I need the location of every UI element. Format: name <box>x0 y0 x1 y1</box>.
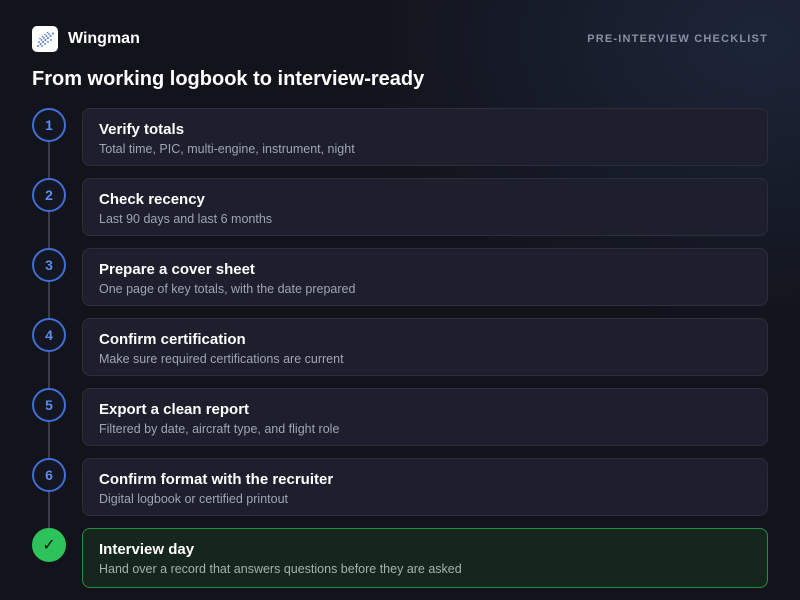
step-card[interactable]: Prepare a cover sheet One page of key to… <box>82 248 768 306</box>
step-card[interactable]: Confirm certification Make sure required… <box>82 318 768 376</box>
page-title: From working logbook to interview-ready <box>32 68 425 90</box>
step-card[interactable]: Confirm format with the recruiter Digita… <box>82 458 768 516</box>
step-subtitle: One page of key totals, with the date pr… <box>99 282 356 296</box>
step-subtitle: Filtered by date, aircraft type, and fli… <box>99 422 340 436</box>
step-title: Confirm certification <box>99 331 246 348</box>
step-card[interactable]: Verify totals Total time, PIC, multi-eng… <box>82 108 768 166</box>
wing-logo-icon <box>32 26 58 52</box>
checklist-step: 3 Prepare a cover sheet One page of key … <box>32 248 768 306</box>
checklist-step: 5 Export a clean report Filtered by date… <box>32 388 768 446</box>
brand: Wingman <box>32 26 140 52</box>
step-card[interactable]: Export a clean report Filtered by date, … <box>82 388 768 446</box>
step-subtitle: Make sure required certifications are cu… <box>99 352 344 366</box>
step-number-badge: 2 <box>32 178 66 212</box>
step-subtitle: Total time, PIC, multi-engine, instrumen… <box>99 142 355 156</box>
step-subtitle: Digital logbook or certified printout <box>99 492 288 506</box>
checklist-step: 1 Verify totals Total time, PIC, multi-e… <box>32 108 768 166</box>
step-title: Verify totals <box>99 121 185 138</box>
step-number-badge: 1 <box>32 108 66 142</box>
section-eyebrow: PRE-INTERVIEW CHECKLIST <box>587 33 768 45</box>
app-header: Wingman PRE-INTERVIEW CHECKLIST <box>32 26 768 52</box>
step-number-badge: 5 <box>32 388 66 422</box>
app-name: Wingman <box>68 30 140 47</box>
checklist-step: 6 Confirm format with the recruiter Digi… <box>32 458 768 516</box>
step-card[interactable]: Check recency Last 90 days and last 6 mo… <box>82 178 768 236</box>
step-subtitle: Hand over a record that answers question… <box>99 562 462 576</box>
step-title: Check recency <box>99 191 205 208</box>
step-number-badge: 6 <box>32 458 66 492</box>
step-title: Interview day <box>99 541 195 558</box>
step-title: Prepare a cover sheet <box>99 261 255 278</box>
checklist-step: 2 Check recency Last 90 days and last 6 … <box>32 178 768 236</box>
step-subtitle: Last 90 days and last 6 months <box>99 212 273 226</box>
checklist-step: 4 Confirm certification Make sure requir… <box>32 318 768 376</box>
step-title: Export a clean report <box>99 401 250 418</box>
checkmark-icon: ✓ <box>32 528 66 562</box>
checklist-step-final: ✓ Interview day Hand over a record that … <box>32 528 768 588</box>
step-number-badge: 3 <box>32 248 66 282</box>
step-number-badge: 4 <box>32 318 66 352</box>
step-title: Confirm format with the recruiter <box>99 471 334 488</box>
final-step-card[interactable]: Interview day Hand over a record that an… <box>82 528 768 588</box>
